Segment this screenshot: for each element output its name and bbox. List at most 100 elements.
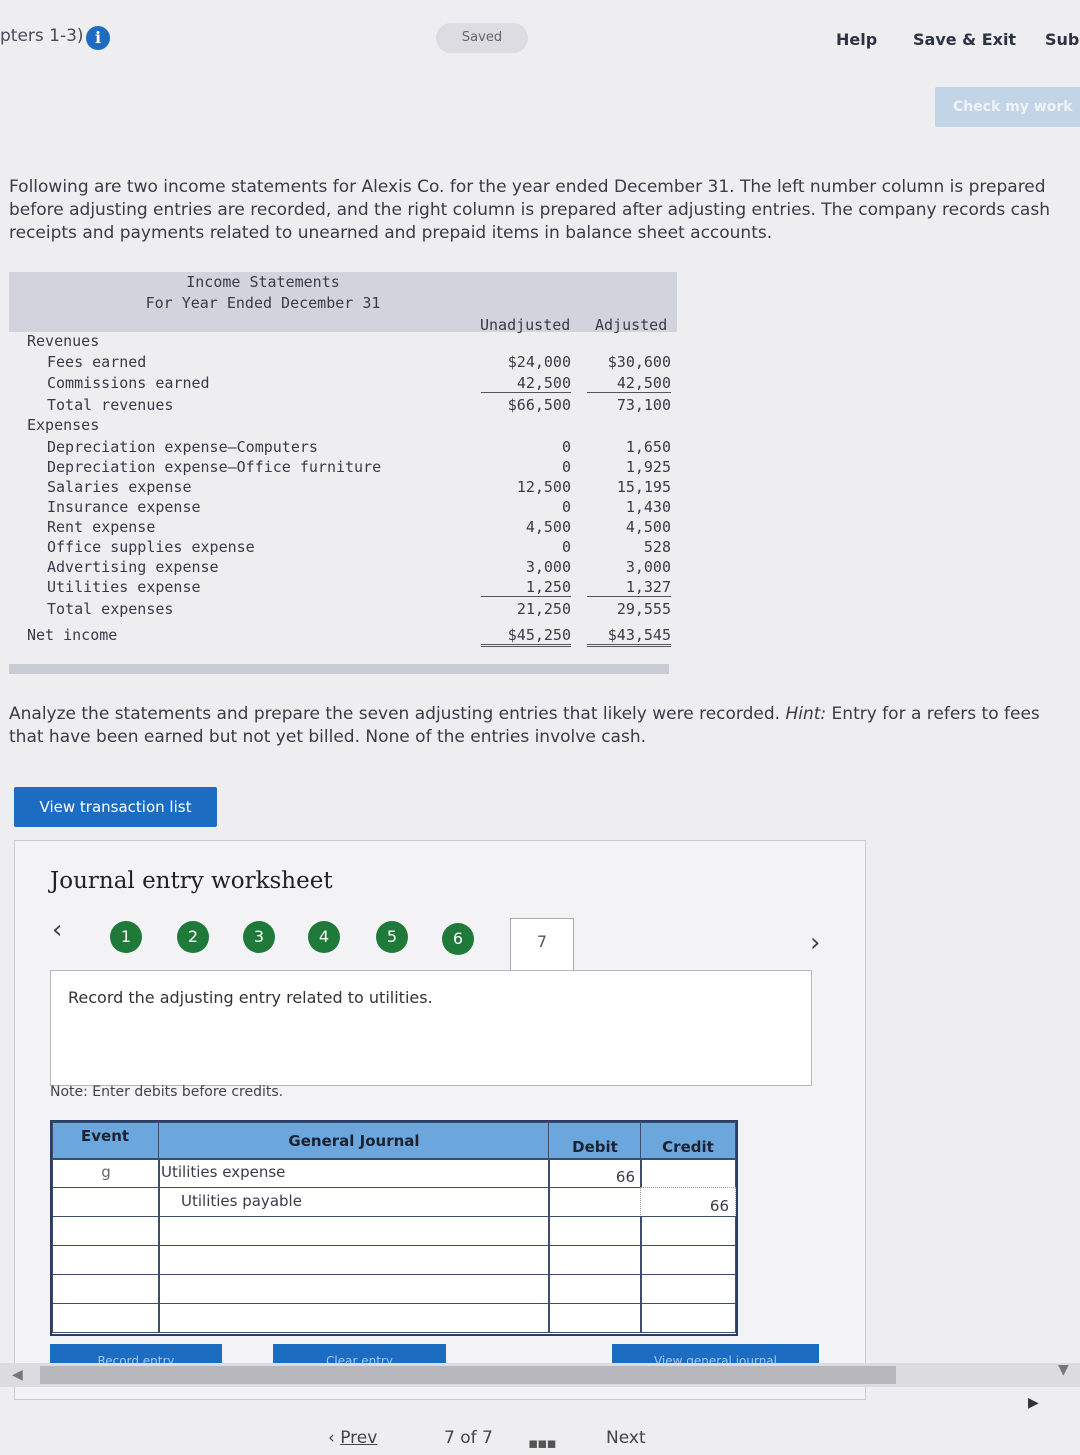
prompt-text: Record the adjusting entry related to ut… [68, 988, 433, 1007]
prev-button[interactable]: ‹ Prev [328, 1428, 377, 1448]
event-cell [52, 1274, 160, 1304]
scroll-left-icon[interactable]: ◀ [12, 1367, 23, 1383]
credit-cell[interactable] [640, 1274, 736, 1304]
event-cell: g [52, 1158, 160, 1188]
save-exit-link[interactable]: Save & Exit [913, 30, 1016, 49]
col-adjusted: Adjusted [595, 316, 668, 334]
revenues-heading: Revenues [27, 332, 100, 350]
grid-icon[interactable]: ▪▪▪ [528, 1434, 556, 1452]
unadjusted-value: 0 [561, 458, 571, 476]
credit-cell[interactable]: 66 [640, 1187, 736, 1217]
step-3-button[interactable]: 3 [243, 921, 275, 953]
view-transaction-list-button[interactable]: View transaction list [14, 787, 217, 827]
credit-cell[interactable] [640, 1158, 736, 1188]
debit-cell[interactable] [548, 1274, 642, 1304]
step-5-button[interactable]: 5 [376, 921, 408, 953]
expense-label: Advertising expense [47, 558, 219, 576]
account-cell[interactable] [158, 1245, 550, 1275]
unadjusted-value: 0 [561, 538, 571, 556]
chevron-right-icon[interactable]: › [810, 928, 820, 958]
step-1-button[interactable]: 1 [110, 921, 142, 953]
step-4-button[interactable]: 4 [308, 921, 340, 953]
unadjusted-value: 42,500 [481, 374, 571, 393]
adjusted-value: $30,600 [607, 353, 671, 371]
expense-label: Total expenses [47, 600, 174, 618]
adjusted-value: 4,500 [625, 518, 671, 536]
account-cell[interactable] [158, 1216, 550, 1246]
chapter-title: pters 1-3) [0, 26, 84, 46]
debit-cell[interactable] [548, 1245, 642, 1275]
check-my-work-button[interactable]: Check my work [935, 87, 1080, 127]
chevron-left-icon[interactable]: ‹ [52, 915, 62, 945]
adjusted-value: 1,430 [625, 498, 671, 516]
adjusted-value: 29,555 [616, 600, 671, 618]
debit-cell[interactable] [548, 1303, 642, 1333]
credit-cell[interactable] [640, 1303, 736, 1333]
unadjusted-value: $24,000 [507, 353, 571, 371]
header-event: Event [52, 1122, 160, 1160]
step-2-button[interactable]: 2 [177, 921, 209, 953]
scroll-right-icon[interactable]: ▶ [1028, 1395, 1039, 1411]
credit-cell[interactable] [640, 1216, 736, 1246]
unadjusted-value: 12,500 [516, 478, 571, 496]
expense-label: Depreciation expense—Computers [47, 438, 318, 456]
instructions-main: Analyze the statements and prepare the s… [9, 704, 781, 724]
worksheet-title: Journal entry worksheet [50, 868, 333, 894]
account-cell[interactable] [158, 1303, 550, 1333]
statement-title: Income Statements [186, 273, 340, 291]
credit-cell[interactable] [640, 1245, 736, 1275]
event-cell [52, 1216, 160, 1246]
unadjusted-value: 0 [561, 498, 571, 516]
unadjusted-value: 1,250 [481, 578, 571, 597]
adjusted-value: 42,500 [587, 374, 671, 393]
header-debit: Debit [548, 1122, 642, 1160]
event-cell [52, 1303, 160, 1333]
expenses-heading: Expenses [27, 416, 100, 434]
header-credit: Credit [640, 1122, 736, 1160]
adjusted-value: 1,650 [625, 438, 671, 456]
expense-label: Insurance expense [47, 498, 201, 516]
adjusted-value: 528 [643, 538, 671, 556]
event-cell [52, 1245, 160, 1275]
revenue-label: Fees earned [47, 353, 147, 371]
adjusted-value: 15,195 [616, 478, 671, 496]
help-link[interactable]: Help [836, 30, 877, 49]
prev-label: Prev [340, 1428, 378, 1448]
adjusted-value: 3,000 [625, 558, 671, 576]
expense-label: Utilities expense [47, 578, 201, 596]
step-7-tab[interactable]: 7 [510, 918, 574, 973]
revenue-label: Commissions earned [47, 374, 210, 392]
account-cell[interactable]: Utilities expense [158, 1158, 550, 1188]
unadjusted-value: 21,250 [516, 600, 571, 618]
scroll-down-icon[interactable]: ▼ [1058, 1362, 1069, 1378]
page-indicator: 7 of 7 [444, 1428, 493, 1448]
next-button[interactable]: Next [606, 1428, 646, 1448]
adjusted-value: 1,327 [587, 578, 671, 597]
account-cell[interactable] [158, 1274, 550, 1304]
info-icon[interactable]: i [86, 26, 110, 50]
adjusted-value: 1,925 [625, 458, 671, 476]
step-6-button[interactable]: 6 [442, 923, 474, 955]
saved-status: Saved [436, 23, 528, 53]
unadjusted-value: 0 [561, 438, 571, 456]
unadjusted-value: 3,000 [525, 558, 571, 576]
debit-cell[interactable] [548, 1216, 642, 1246]
submit-link[interactable]: Sub [1045, 30, 1079, 49]
debit-cell[interactable] [548, 1187, 642, 1217]
expense-label: Office supplies expense [47, 538, 255, 556]
unadjusted-value: 4,500 [525, 518, 571, 536]
header-general-journal: General Journal [158, 1122, 550, 1160]
statement-subtitle: For Year Ended December 31 [145, 294, 381, 312]
net-income-label: Net income [27, 626, 118, 644]
scrollbar-thumb[interactable] [40, 1366, 896, 1384]
revenue-label: Total revenues [47, 396, 174, 414]
statement-footer-bar [9, 664, 669, 674]
adjusted-value: 73,100 [616, 396, 671, 414]
income-statement: Income Statements For Year Ended Decembe… [9, 272, 677, 674]
account-cell[interactable]: Utilities payable [158, 1187, 550, 1217]
expense-label: Rent expense [47, 518, 156, 536]
note-text: Note: Enter debits before credits. [50, 1084, 284, 1100]
hint-label: Hint: [785, 704, 827, 724]
chevron-left-icon: ‹ [328, 1428, 341, 1448]
debit-cell[interactable]: 66 [548, 1158, 642, 1188]
